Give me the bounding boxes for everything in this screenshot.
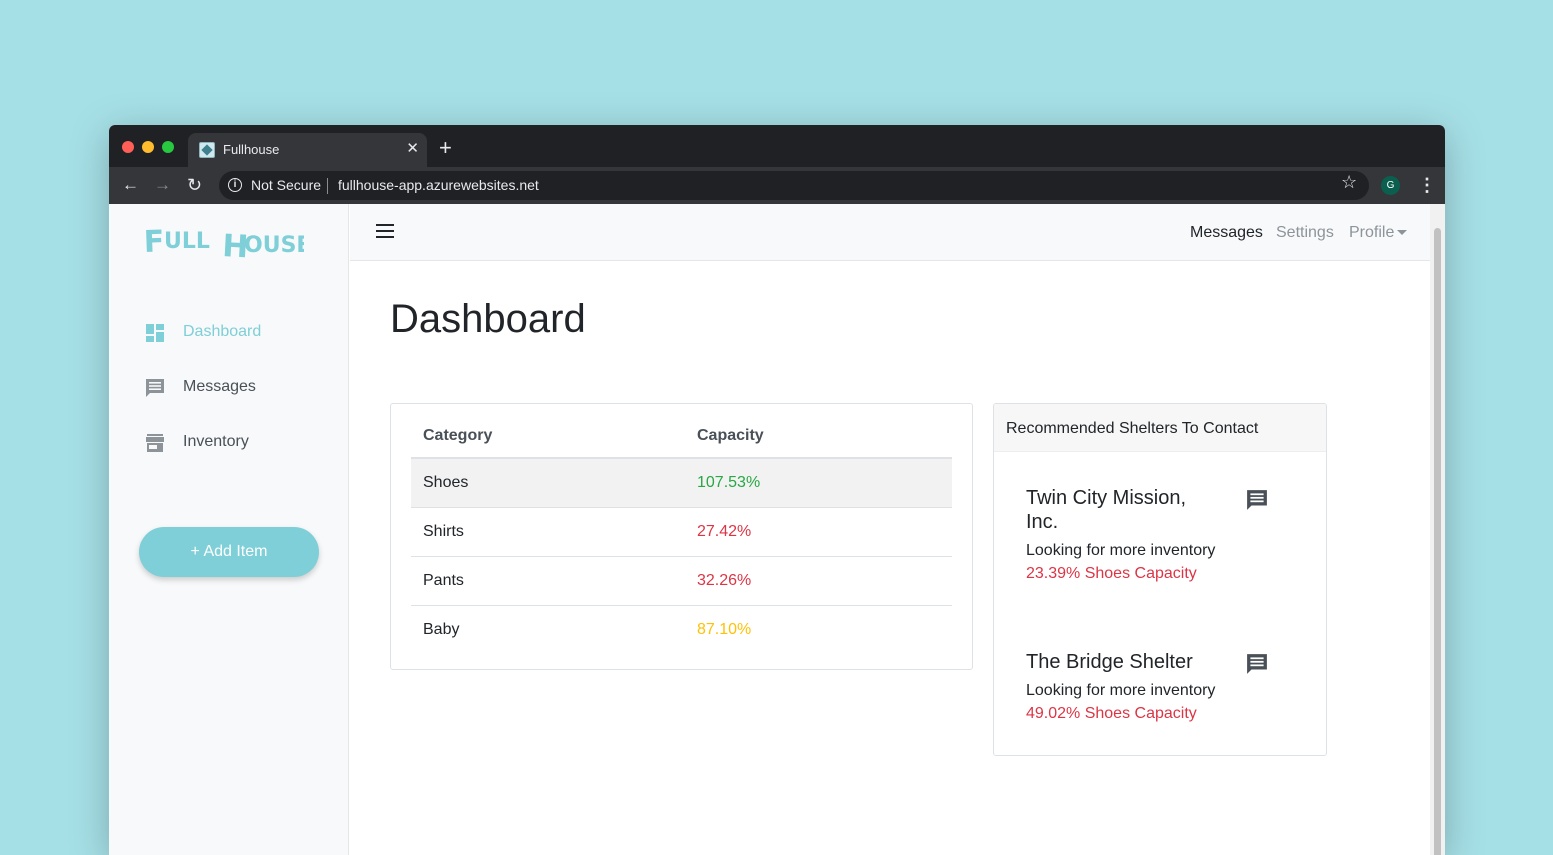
tab-close-icon[interactable]: ✕	[406, 140, 419, 158]
page-title: Dashboard	[390, 297, 586, 341]
address-divider	[327, 178, 328, 194]
capacity-table-card: Category Capacity Shoes 107.53% Shirts 2…	[390, 403, 973, 670]
sidebar-item-label: Inventory	[183, 433, 249, 450]
browser-tab[interactable]: Fullhouse ✕	[188, 133, 427, 167]
sidebar-item-inventory[interactable]: Inventory	[145, 428, 335, 458]
full-house-logo[interactable]: F ULL H OUSE	[143, 220, 311, 265]
page-scrollbar[interactable]	[1430, 204, 1445, 855]
shelter-name: Twin City Mission, Inc.	[1026, 487, 1187, 533]
shelter-item: The Bridge Shelter Looking for more inve…	[1026, 650, 1286, 723]
bookmark-star-icon[interactable]: ☆	[1341, 171, 1357, 193]
scrollbar-thumb[interactable]	[1434, 228, 1441, 855]
category-cell: Baby	[423, 620, 460, 638]
tab-bar: Fullhouse ✕ +	[109, 125, 1445, 167]
url-text[interactable]: fullhouse-app.azurewebsites.net	[338, 177, 539, 193]
shelter-name: The Bridge Shelter	[1026, 651, 1193, 673]
capacity-cell: 32.26%	[685, 556, 952, 606]
address-bar[interactable]: i Not Secure fullhouse-app.azurewebsites…	[219, 171, 1369, 200]
security-label[interactable]: Not Secure	[251, 177, 321, 193]
column-header-category: Category	[411, 414, 685, 459]
svg-text:OUSE: OUSE	[244, 233, 304, 258]
category-cell: Pants	[411, 556, 685, 606]
add-item-button[interactable]: + Add Item	[139, 527, 319, 577]
shelter-note: Looking for more inventory	[1026, 542, 1216, 559]
caret-down-icon	[1397, 230, 1408, 236]
table-row: Pants 32.26%	[411, 556, 952, 606]
svg-text:F: F	[144, 224, 165, 260]
top-navbar: Messages Settings Profile	[350, 204, 1430, 261]
message-shelter-icon[interactable]	[1246, 489, 1268, 516]
browser-window: Fullhouse ✕ + ← → ↻ i Not Secure fullhou…	[109, 125, 1445, 855]
minimize-window-button[interactable]	[142, 141, 154, 153]
web-page: F ULL H OUSE Dashboard Messages Inventor…	[109, 204, 1445, 855]
shelter-capacity: 23.39% Shoes Capacity	[1026, 565, 1197, 582]
shelter-capacity: 49.02% Shoes Capacity	[1026, 705, 1197, 722]
close-window-button[interactable]	[122, 141, 134, 153]
column-header-capacity: Capacity	[685, 414, 952, 459]
info-icon[interactable]: i	[228, 178, 242, 192]
table-row: Shirts 27.42%	[411, 507, 952, 557]
sidebar-item-dashboard[interactable]: Dashboard	[145, 318, 335, 348]
svg-text:ULL: ULL	[164, 229, 210, 254]
sidebar-item-label: Messages	[183, 378, 256, 395]
recommended-shelters-card: Recommended Shelters To Contact Twin Cit…	[993, 403, 1327, 756]
forward-arrow-icon[interactable]: →	[154, 173, 171, 197]
table-row: Shoes 107.53%	[411, 458, 952, 508]
nav-messages-link[interactable]: Messages	[1190, 224, 1263, 242]
back-arrow-icon[interactable]: ←	[122, 173, 139, 197]
sidebar-item-label: Dashboard	[183, 323, 262, 340]
capacity-cell: 87.10%	[697, 620, 752, 638]
shelter-item: Twin City Mission, Inc. Looking for more…	[1026, 486, 1286, 583]
message-shelter-icon[interactable]	[1246, 653, 1268, 680]
table-row: Baby 87.10%	[411, 605, 952, 654]
sidebar: F ULL H OUSE Dashboard Messages Inventor…	[109, 204, 349, 855]
browser-menu-icon[interactable]: ⋮	[1418, 173, 1436, 197]
new-tab-button[interactable]: +	[439, 137, 452, 159]
favicon-icon	[199, 142, 215, 158]
category-cell: Shoes	[411, 458, 685, 508]
browser-profile-avatar[interactable]: G	[1381, 176, 1400, 195]
capacity-cell: 107.53%	[685, 458, 952, 508]
shelter-note: Looking for more inventory	[1026, 682, 1216, 699]
reload-icon[interactable]: ↻	[187, 173, 202, 197]
capacity-cell: 27.42%	[685, 507, 952, 557]
address-toolbar: ← → ↻ i Not Secure fullhouse-app.azurewe…	[109, 167, 1445, 204]
capacity-table: Category Capacity Shoes 107.53% Shirts 2…	[411, 414, 952, 654]
dashboard-icon	[145, 323, 165, 348]
hamburger-menu-icon[interactable]	[376, 224, 394, 238]
nav-profile-dropdown[interactable]: Profile	[1349, 224, 1408, 242]
sidebar-item-messages[interactable]: Messages	[145, 373, 335, 403]
category-cell: Shirts	[411, 507, 685, 557]
message-icon	[145, 378, 165, 403]
nav-settings-link[interactable]: Settings	[1276, 224, 1334, 242]
recommended-shelters-title: Recommended Shelters To Contact	[994, 404, 1326, 452]
tab-title: Fullhouse	[223, 142, 280, 157]
nav-profile-label: Profile	[1349, 224, 1395, 241]
maximize-window-button[interactable]	[162, 141, 174, 153]
store-icon	[145, 433, 165, 458]
